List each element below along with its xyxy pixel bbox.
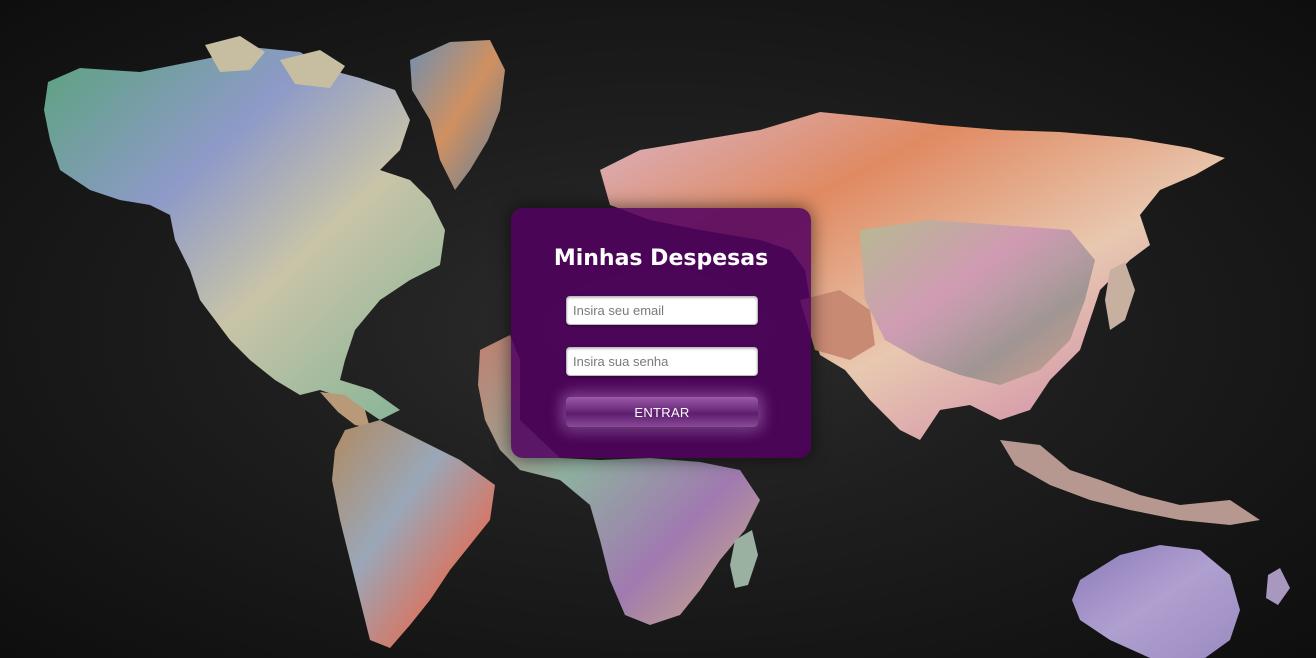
australia-shape [1072,545,1240,658]
south-america-shape [332,420,495,648]
north-america-shape [44,48,445,420]
new-zealand-shape [1266,568,1290,605]
enter-button[interactable]: ENTRAR [566,397,758,427]
login-card: Minhas Despesas ENTRAR [511,208,811,458]
page-title: Minhas Despesas [553,246,769,271]
email-field[interactable] [566,296,758,325]
login-page: Minhas Despesas ENTRAR [0,0,1316,658]
southeast-asia-shape [1000,440,1260,525]
password-field[interactable] [566,347,758,376]
greenland-shape [410,40,505,190]
